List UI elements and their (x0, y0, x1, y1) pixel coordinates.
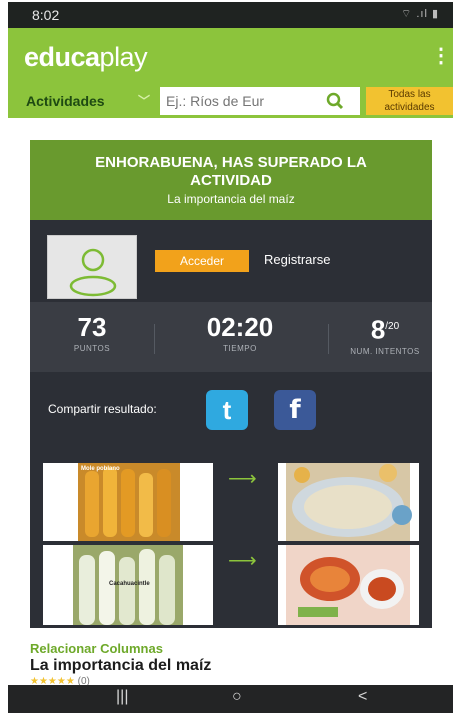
yellow-corn-image: Mole poblano (78, 463, 180, 541)
activities-dropdown-label: Actividades (26, 93, 105, 109)
result-card: ENHORABUENA, HAS SUPERADO LA ACTIVIDAD L… (30, 140, 432, 628)
success-banner: ENHORABUENA, HAS SUPERADO LA ACTIVIDAD L… (30, 140, 432, 220)
chevron-down-icon: ﹀ (137, 94, 150, 108)
points-value: 73 (77, 312, 107, 342)
system-nav-bar: ||| ○ < (8, 685, 453, 713)
user-row: Acceder Registrarse (30, 220, 432, 302)
menu-dots-icon[interactable]: ⋮ (431, 44, 451, 68)
tile-caption: Cacahuacintle (109, 581, 150, 587)
attempts-stat: 8/20 NUM. INTENTOS (340, 312, 430, 356)
attempts-label: NUM. INTENTOS (350, 346, 420, 356)
pozole-image (286, 545, 410, 625)
arrow-right-icon: ⟶ (228, 468, 257, 490)
app-header: educaplay ⋮ (8, 28, 453, 84)
time-value: 02:20 (206, 312, 274, 342)
divider (154, 324, 155, 354)
activities-dropdown[interactable]: Actividades ﹀ (18, 87, 158, 115)
avatar (47, 235, 137, 299)
attempts-value: 8/20 (370, 314, 400, 345)
right-image-tile[interactable] (278, 545, 419, 625)
back-icon[interactable]: < (358, 688, 367, 706)
arrow-right-icon: ⟶ (228, 550, 257, 572)
login-button[interactable]: Acceder (155, 250, 249, 272)
recents-icon[interactable]: ||| (116, 688, 128, 706)
search-input[interactable] (160, 87, 310, 115)
points-stat: 73 PUNTOS (52, 312, 132, 353)
activity-subtitle: La importancia del maíz (167, 192, 295, 206)
system-status-icons: ⌔ .ıl ▮ (400, 8, 439, 20)
activity-type-link[interactable]: Relacionar Columnas (30, 641, 163, 656)
points-label: PUNTOS (73, 344, 111, 353)
left-image-tile[interactable]: Cacahuacintle (43, 545, 213, 625)
time-label: TIEMPO (223, 344, 257, 353)
status-bar: 8:02 ⌔ .ıl ▮ (8, 2, 453, 28)
facebook-icon[interactable]: f (274, 390, 316, 430)
register-link[interactable]: Registrarse (264, 252, 330, 267)
search-button[interactable] (310, 87, 360, 115)
share-section: Compartir resultado: t f (30, 372, 432, 452)
success-title: ENHORABUENA, HAS SUPERADO LA ACTIVIDAD (95, 154, 367, 189)
stats-bar: 73 PUNTOS 02:20 TIEMPO 8/20 NUM. INTENTO… (30, 302, 432, 372)
white-corn-image: Cacahuacintle (73, 545, 183, 625)
educaplay-logo[interactable]: educaplay (24, 42, 148, 73)
search-icon (326, 92, 344, 110)
tamales-image (286, 463, 412, 541)
status-time: 8:02 (32, 7, 60, 23)
twitter-icon[interactable]: t (206, 390, 248, 430)
right-image-tile[interactable] (278, 463, 419, 541)
time-stat: 02:20 TIEMPO (180, 312, 300, 353)
home-icon[interactable]: ○ (232, 688, 242, 706)
all-activities-button[interactable]: Todas las actividades (366, 87, 453, 115)
tile-caption: Mole poblano (81, 466, 120, 472)
search-bar: Actividades ﹀ Todas las actividades (8, 84, 453, 118)
left-image-tile[interactable]: Mole poblano (43, 463, 213, 541)
activity-title: La importancia del maíz (30, 657, 212, 674)
divider (328, 324, 329, 354)
user-icon (69, 248, 117, 297)
share-label: Compartir resultado: (48, 402, 157, 416)
